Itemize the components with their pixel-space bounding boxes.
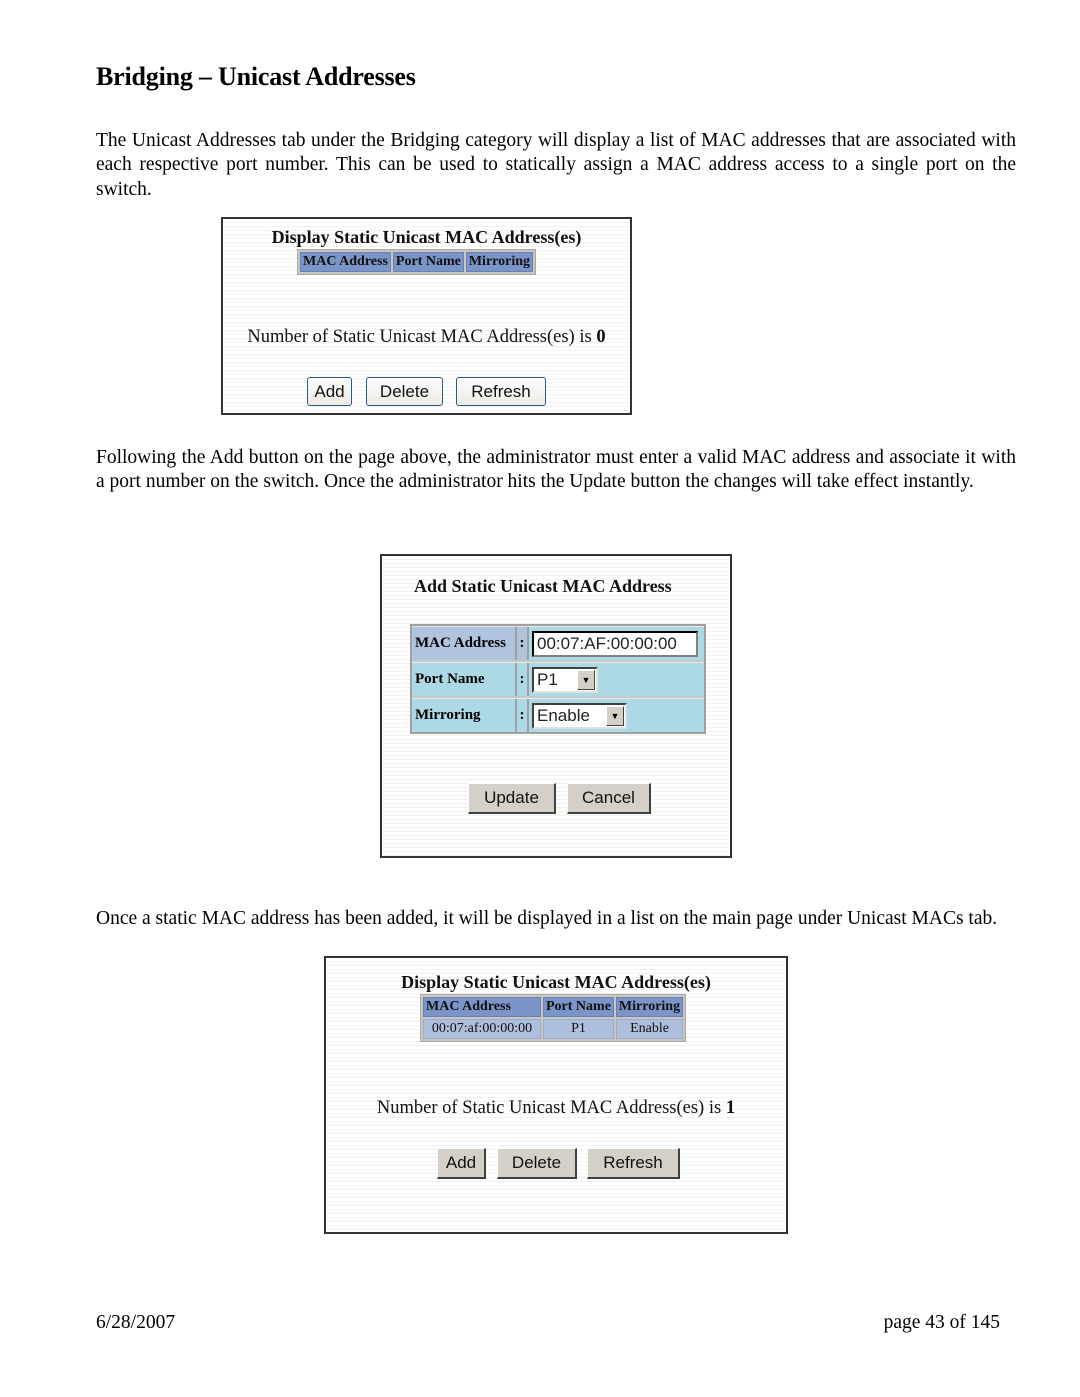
chevron-down-icon[interactable]: ▼: [577, 669, 595, 690]
panel-title: Display Static Unicast MAC Address(es): [401, 972, 711, 992]
port-name-label: Port Name: [412, 663, 517, 696]
page-title: Bridging – Unicast Addresses: [96, 62, 416, 91]
column-header-mac: MAC Address: [300, 252, 391, 272]
footer-page-number: page 43 of 145: [883, 1312, 1000, 1333]
port-name-select[interactable]: P1 ▼: [532, 666, 598, 693]
screenshot-add-form: Add Static Unicast MAC Address MAC Addre…: [380, 554, 732, 858]
add-paragraph: Following the Add button on the page abo…: [96, 447, 1016, 493]
add-mac-form: MAC Address : Port Name : P1 ▼ Mirroring…: [410, 624, 706, 734]
footer-date: 6/28/2007: [96, 1312, 176, 1333]
mac-address-label: MAC Address: [412, 627, 517, 660]
cell-port: P1: [543, 1019, 614, 1039]
separator: :: [517, 627, 529, 660]
screenshot-display-list: Display Static Unicast MAC Address(es) M…: [324, 956, 788, 1234]
panel-title: Display Static Unicast MAC Address(es): [271, 227, 582, 247]
column-header-port: Port Name: [392, 252, 464, 272]
mac-address-input[interactable]: [532, 630, 698, 657]
cell-mac: 00:07:af:00:00:00: [423, 1019, 541, 1039]
intro-paragraph: The Unicast Addresses tab under the Brid…: [96, 130, 1016, 200]
panel-title: Add Static Unicast MAC Address: [414, 576, 672, 596]
count-value: 1: [725, 1098, 736, 1118]
count-value: 0: [596, 327, 606, 347]
cell-mirroring: Enable: [615, 1019, 684, 1039]
separator: :: [517, 663, 529, 696]
column-header-mac: MAC Address: [423, 997, 541, 1017]
separator: :: [517, 699, 529, 732]
mirroring-select[interactable]: Enable ▼: [532, 702, 627, 729]
mac-count-text: Number of Static Unicast MAC Address(es)…: [326, 1098, 786, 1119]
count-label: Number of Static Unicast MAC Address(es)…: [376, 1098, 722, 1118]
chevron-down-icon[interactable]: ▼: [606, 705, 624, 726]
refresh-button[interactable]: Refresh: [456, 377, 546, 406]
table-row[interactable]: 00:07:af:00:00:00 P1 Enable: [423, 1019, 684, 1039]
add-button[interactable]: Add: [307, 377, 352, 406]
form-row-mirroring: Mirroring : Enable ▼: [412, 698, 704, 732]
column-header-mirroring: Mirroring: [465, 252, 534, 272]
add-button[interactable]: Add: [437, 1148, 486, 1179]
mac-table: MAC Address Port Name Mirroring 00:07:af…: [420, 994, 687, 1042]
cancel-button[interactable]: Cancel: [567, 783, 651, 814]
refresh-button[interactable]: Refresh: [587, 1148, 680, 1179]
mac-table: MAC Address Port Name Mirroring: [297, 249, 537, 275]
column-header-port: Port Name: [543, 997, 614, 1017]
form-row-mac: MAC Address :: [412, 626, 704, 660]
mirroring-value: Enable: [537, 705, 590, 725]
form-row-port: Port Name : P1 ▼: [412, 662, 704, 696]
column-header-mirroring: Mirroring: [615, 997, 684, 1017]
screenshot-display-empty: Display Static Unicast MAC Address(es) M…: [221, 217, 632, 415]
delete-button[interactable]: Delete: [497, 1148, 577, 1179]
result-paragraph: Once a static MAC address has been added…: [96, 908, 998, 929]
port-name-value: P1: [537, 669, 558, 689]
count-label: Number of Static Unicast MAC Address(es)…: [247, 327, 592, 347]
delete-button[interactable]: Delete: [366, 377, 443, 406]
mirroring-label: Mirroring: [412, 699, 517, 732]
update-button[interactable]: Update: [468, 783, 556, 814]
mac-count-text: Number of Static Unicast MAC Address(es)…: [223, 327, 630, 348]
